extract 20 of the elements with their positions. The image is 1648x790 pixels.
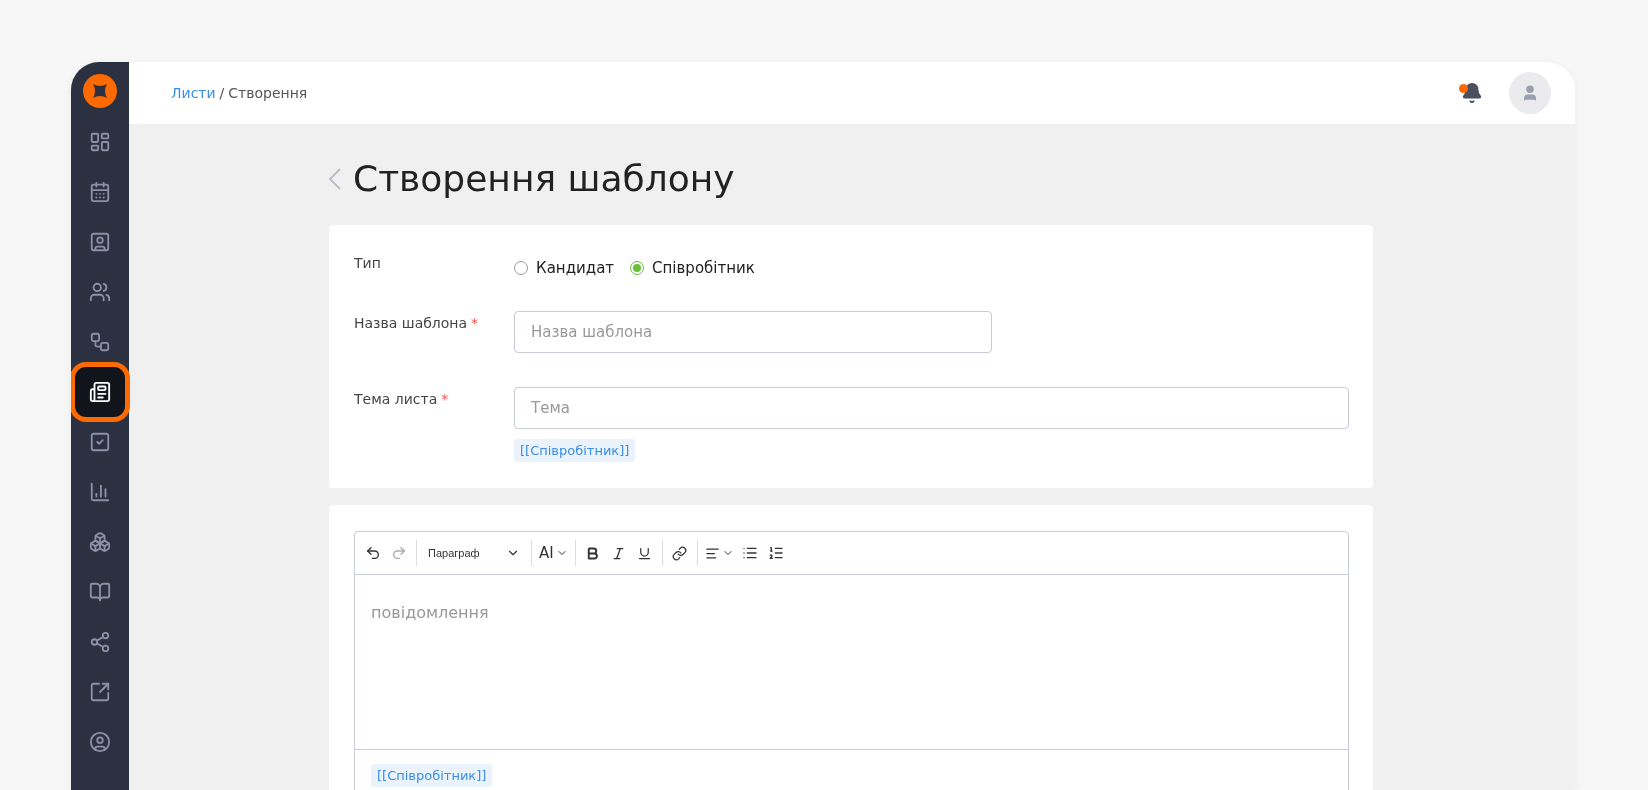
radio-option[interactable]: Співробітник (630, 259, 755, 277)
field-label: Тема листа * (354, 390, 450, 409)
breadcrumb-current: Створення (228, 85, 308, 101)
radio-label: Співробітник (652, 259, 755, 277)
radio-label: Кандидат (536, 259, 615, 277)
rich-text-editor[interactable]: Параграф AI повідомлення [[Співробітник]] (354, 531, 1349, 790)
page-title: Створення шаблону (353, 158, 735, 199)
sidebar-nav-icon[interactable] (71, 362, 130, 422)
field-label: Назва шаблона * (354, 314, 480, 333)
logo-icon[interactable] (83, 74, 117, 108)
user-avatar[interactable] (1509, 72, 1551, 114)
notification-bell-icon[interactable] (1461, 82, 1483, 104)
paragraph-select[interactable]: Параграф (422, 546, 526, 560)
breadcrumb-separator: / (219, 85, 225, 101)
template-name-field[interactable]: Назва шаблона (514, 311, 992, 353)
field-label: Тип (354, 254, 382, 273)
subject-field[interactable]: Тема (514, 387, 1349, 429)
font-size-button[interactable]: AI (537, 539, 570, 567)
radio-option[interactable]: Кандидат (514, 259, 615, 277)
message-placeholder: повідомлення (371, 603, 489, 622)
